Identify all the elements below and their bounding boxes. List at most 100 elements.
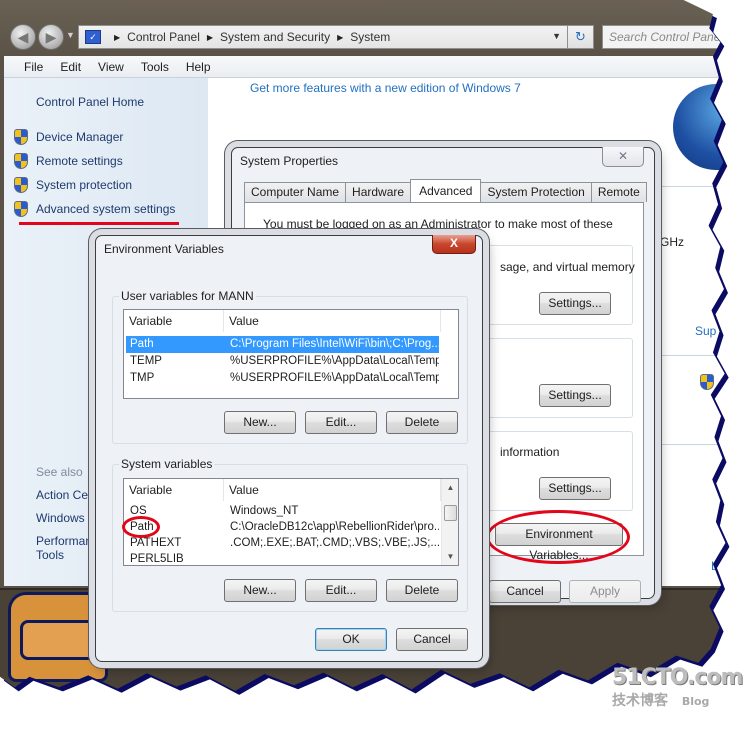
tab-strip: Computer Name Hardware Advanced System P… bbox=[244, 179, 647, 202]
cancel-button[interactable]: Cancel bbox=[396, 628, 468, 651]
address-bar[interactable]: ✓ ▶ Control Panel ▶ System and Security … bbox=[78, 25, 568, 49]
refresh-button[interactable]: ↻ bbox=[568, 25, 594, 49]
menu-help[interactable]: Help bbox=[186, 60, 211, 74]
menu-view[interactable]: View bbox=[98, 60, 124, 74]
watermark: 51CTO.com 技术博客 Blog bbox=[612, 665, 743, 710]
variable-value: C:\Program Files\Intel\WiFi\bin\;C:\Prog… bbox=[230, 338, 439, 350]
performance-settings-button[interactable]: Settings... bbox=[539, 292, 611, 315]
dialog-title: Environment Variables bbox=[104, 242, 224, 256]
list-row[interactable]: OS Windows_NT bbox=[126, 503, 439, 520]
section-divider bbox=[653, 186, 726, 187]
menu-tools[interactable]: Tools bbox=[141, 60, 169, 74]
menu-file[interactable]: File bbox=[24, 60, 43, 74]
breadcrumb-separator-icon[interactable]: ▶ bbox=[337, 33, 343, 42]
dialog-title: System Properties bbox=[240, 154, 339, 168]
refresh-icon: ↻ bbox=[575, 29, 586, 44]
user-profiles-settings-button[interactable]: Settings... bbox=[539, 384, 611, 407]
performance-tools-link[interactable]: Tools bbox=[36, 548, 64, 562]
back-button[interactable]: ◀ bbox=[10, 24, 36, 50]
variable-name: PERL5LIB bbox=[130, 553, 184, 565]
close-button[interactable]: ✕ bbox=[602, 147, 644, 167]
tab-remote[interactable]: Remote bbox=[590, 182, 647, 202]
list-header: Variable Value bbox=[124, 310, 441, 332]
list-row[interactable]: Path C:\OracleDB12c\app\RebellionRider\p… bbox=[126, 519, 439, 536]
system-new-button[interactable]: New... bbox=[224, 579, 296, 602]
system-edit-button[interactable]: Edit... bbox=[305, 579, 377, 602]
variable-value: %USERPROFILE%\AppData\Local\Temp bbox=[230, 372, 439, 384]
breadcrumb-system-and-security[interactable]: System and Security bbox=[220, 30, 330, 44]
menu-edit[interactable]: Edit bbox=[60, 60, 81, 74]
system-variables-list[interactable]: Variable Value OS Windows_NT Path C:\Ora… bbox=[123, 478, 459, 566]
task-label: Remote settings bbox=[36, 154, 123, 168]
watermark-site: 51CTO.com bbox=[612, 665, 743, 690]
forward-button[interactable]: ▶ bbox=[38, 24, 64, 50]
watermark-subtitle: 技术博客 bbox=[612, 693, 668, 709]
list-row[interactable]: TEMP %USERPROFILE%\AppData\Local\Temp bbox=[126, 353, 439, 370]
back-arrow-icon: ◀ bbox=[17, 29, 29, 45]
uac-shield-icon bbox=[700, 374, 714, 390]
support-link[interactable]: Sup bbox=[695, 324, 716, 338]
column-variable[interactable]: Variable bbox=[124, 310, 224, 332]
tab-hardware[interactable]: Hardware bbox=[345, 182, 412, 202]
breadcrumb-system[interactable]: System bbox=[350, 30, 390, 44]
section-divider bbox=[653, 444, 726, 445]
user-new-button[interactable]: New... bbox=[224, 411, 296, 434]
address-dropdown-icon[interactable]: ▼ bbox=[552, 31, 561, 41]
user-delete-button[interactable]: Delete bbox=[386, 411, 458, 434]
system-variables-label: System variables bbox=[119, 457, 215, 471]
tab-system-protection[interactable]: System Protection bbox=[480, 182, 592, 202]
user-edit-button[interactable]: Edit... bbox=[305, 411, 377, 434]
task-label: Device Manager bbox=[36, 130, 124, 144]
scroll-down-icon[interactable]: ▼ bbox=[442, 548, 458, 565]
close-icon: ✕ bbox=[617, 149, 629, 163]
advanced-system-settings-link[interactable]: Advanced system settings bbox=[14, 201, 175, 217]
list-row[interactable]: PATHEXT .COM;.EXE;.BAT;.CMD;.VBS;.VBE;.J… bbox=[126, 535, 439, 552]
breadcrumb-separator-icon[interactable]: ▶ bbox=[114, 33, 120, 42]
close-icon: X bbox=[449, 236, 458, 250]
uac-shield-icon bbox=[14, 177, 28, 193]
environment-variables-dialog: Environment Variables X User variables f… bbox=[95, 235, 483, 662]
control-panel-icon: ✓ bbox=[85, 30, 101, 44]
list-row[interactable]: PERL5LIB bbox=[126, 551, 439, 565]
sysprops-apply-button[interactable]: Apply bbox=[569, 580, 641, 603]
column-variable[interactable]: Variable bbox=[124, 479, 224, 501]
see-also-heading: See also bbox=[36, 465, 83, 479]
system-protection-link[interactable]: System protection bbox=[14, 177, 132, 193]
ok-button[interactable]: OK bbox=[315, 628, 387, 651]
system-delete-button[interactable]: Delete bbox=[386, 579, 458, 602]
upgrade-windows-link[interactable]: Get more features with a new edition of … bbox=[250, 81, 521, 95]
variable-name: Path bbox=[130, 338, 154, 350]
user-variables-list[interactable]: Variable Value Path C:\Program Files\Int… bbox=[123, 309, 459, 399]
device-manager-link[interactable]: Device Manager bbox=[14, 129, 123, 145]
breadcrumb-separator-icon[interactable]: ▶ bbox=[207, 33, 213, 42]
column-value[interactable]: Value bbox=[224, 310, 441, 332]
watermark-blog: Blog bbox=[681, 695, 710, 708]
section-divider bbox=[653, 355, 726, 356]
scroll-thumb[interactable] bbox=[444, 505, 457, 521]
sysprops-cancel-button[interactable]: Cancel bbox=[489, 580, 561, 603]
remote-settings-link[interactable]: Remote settings bbox=[14, 153, 123, 169]
red-circle-annotation-path bbox=[122, 516, 160, 538]
tab-computer-name[interactable]: Computer Name bbox=[244, 182, 347, 202]
scroll-up-icon[interactable]: ▲ bbox=[442, 479, 458, 496]
variable-value: %USERPROFILE%\AppData\Local\Temp bbox=[230, 355, 439, 367]
user-variables-label: User variables for MANN bbox=[119, 289, 256, 303]
control-panel-home-link[interactable]: Control Panel Home bbox=[36, 95, 144, 109]
tab-advanced[interactable]: Advanced bbox=[410, 179, 482, 202]
recent-pages-dropdown-icon[interactable]: ▼ bbox=[66, 30, 75, 40]
startup-description: information bbox=[500, 445, 560, 459]
list-row[interactable]: Path C:\Program Files\Intel\WiFi\bin\;C:… bbox=[126, 336, 439, 353]
task-label: Advanced system settings bbox=[36, 202, 176, 216]
close-button[interactable]: X bbox=[432, 235, 476, 254]
startup-settings-button[interactable]: Settings... bbox=[539, 477, 611, 500]
navigation-bar: ◀ ▶ ▼ ✓ ▶ Control Panel ▶ System and Sec… bbox=[0, 20, 726, 54]
list-row[interactable]: TMP %USERPROFILE%\AppData\Local\Temp bbox=[126, 370, 439, 387]
desktop-couch-cushion bbox=[20, 620, 100, 660]
breadcrumb-control-panel[interactable]: Control Panel bbox=[127, 30, 200, 44]
vertical-scrollbar[interactable]: ▲ ▼ bbox=[441, 479, 458, 565]
search-input[interactable]: Search Control Panel bbox=[602, 25, 726, 49]
variable-value: C:\OracleDB12c\app\RebellionRider\pro... bbox=[230, 521, 439, 533]
red-circle-annotation-env-button bbox=[486, 510, 630, 564]
column-value[interactable]: Value bbox=[224, 479, 441, 501]
list-header: Variable Value bbox=[124, 479, 441, 501]
